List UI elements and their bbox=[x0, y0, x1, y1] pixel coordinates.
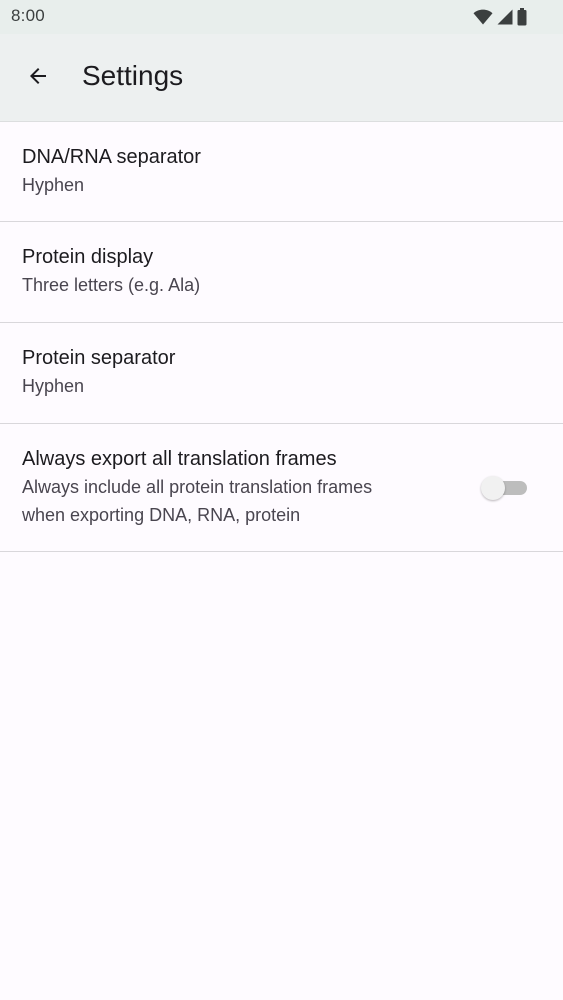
wifi-icon bbox=[473, 9, 493, 25]
status-bar: 8:00 bbox=[0, 0, 563, 34]
pref-title: DNA/RNA separator bbox=[22, 146, 201, 168]
pref-summary: Hyphen bbox=[22, 175, 85, 195]
signal-icon bbox=[497, 9, 513, 25]
app-bar: Settings bbox=[0, 34, 563, 122]
status-time: 8:00 bbox=[11, 6, 45, 25]
pref-summary: Hyphen bbox=[22, 376, 85, 396]
battery-icon bbox=[517, 8, 527, 26]
back-button[interactable] bbox=[14, 54, 62, 102]
arrow-left-icon bbox=[26, 64, 50, 93]
pref-title: Protein separator bbox=[22, 347, 176, 369]
pref-title: Always export all translation frames bbox=[22, 448, 337, 470]
pref-summary: Three letters (e.g. Ala) bbox=[22, 275, 201, 295]
switch-thumb bbox=[481, 476, 505, 500]
page-title: Settings bbox=[82, 60, 184, 91]
pref-export-all-frames[interactable]: Always export all translation frames Alw… bbox=[0, 424, 563, 552]
status-icons bbox=[473, 8, 527, 26]
pref-protein-separator[interactable]: Protein separator Hyphen bbox=[0, 323, 563, 424]
settings-list: DNA/RNA separator Hyphen Protein display… bbox=[0, 122, 563, 552]
pref-summary: Always include all protein translation f… bbox=[22, 473, 442, 529]
pref-protein-display[interactable]: Protein display Three letters (e.g. Ala) bbox=[0, 222, 563, 323]
pref-summary-line: Always include all protein translation f… bbox=[22, 477, 373, 497]
pref-summary-line: when exporting DNA, RNA, protein bbox=[22, 505, 301, 525]
pref-dna-rna-separator[interactable]: DNA/RNA separator Hyphen bbox=[0, 122, 563, 222]
pref-title: Protein display bbox=[22, 246, 154, 268]
export-frames-switch[interactable] bbox=[481, 476, 527, 500]
